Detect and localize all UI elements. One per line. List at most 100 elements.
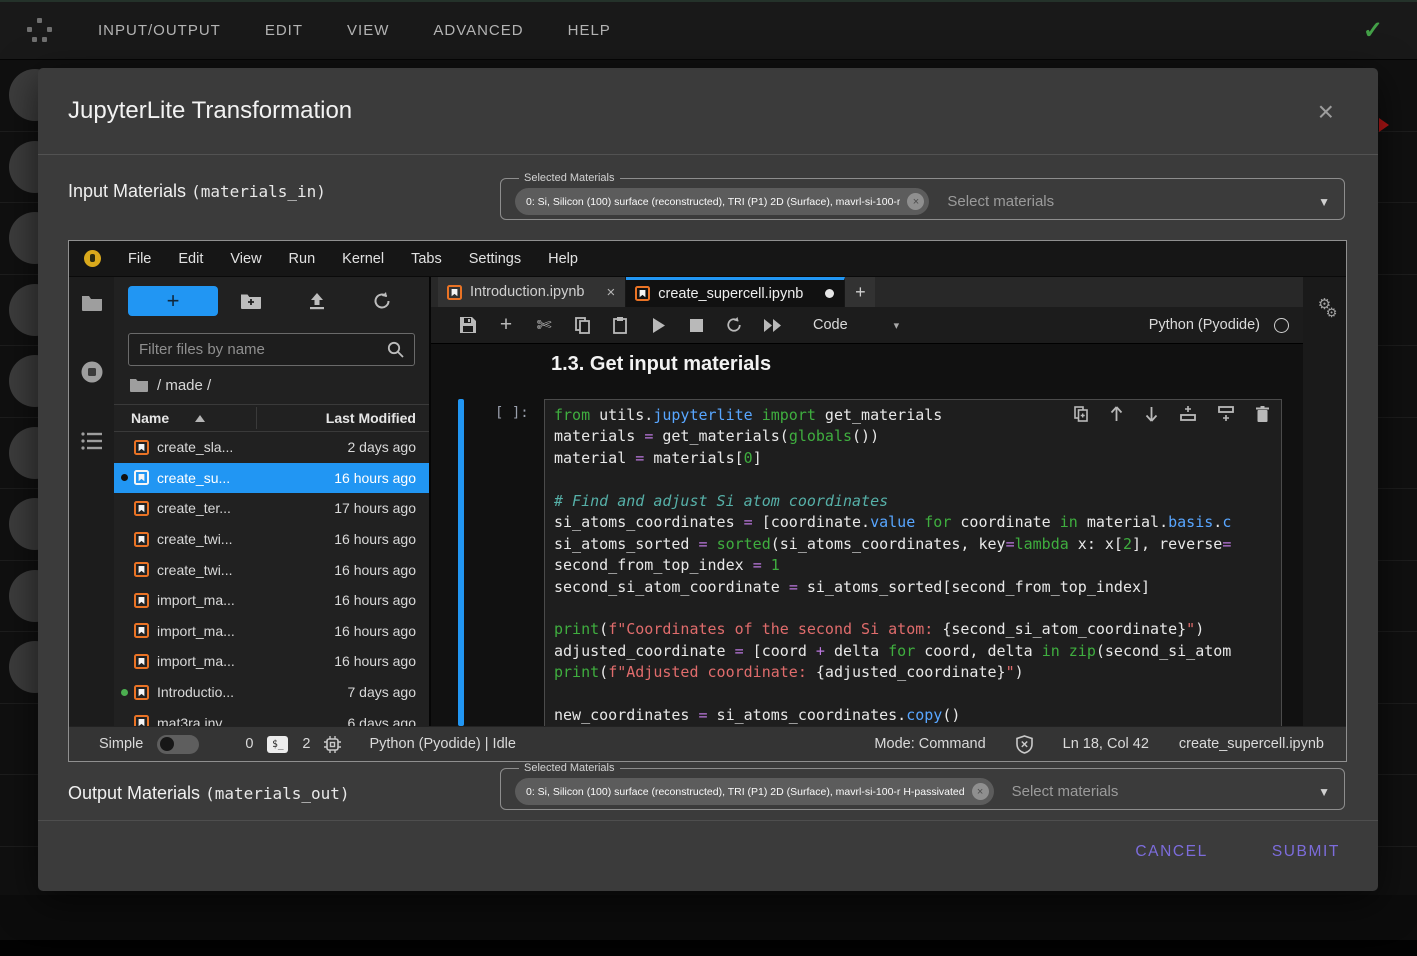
breadcrumb[interactable]: / made / — [157, 377, 211, 394]
active-cell-indicator — [458, 399, 464, 726]
app-logo-icon[interactable] — [27, 18, 53, 44]
close-icon[interactable]: × — [1318, 98, 1334, 126]
jl-menu-run[interactable]: Run — [289, 251, 316, 267]
tab-close-icon[interactable]: × — [606, 284, 615, 301]
file-row[interactable]: import_ma...16 hours ago — [114, 585, 429, 616]
upload-icon[interactable] — [284, 293, 350, 310]
new-tab-button[interactable]: + — [845, 277, 875, 307]
duplicate-cell-icon[interactable] — [1074, 406, 1088, 422]
file-list-header: Name Last Modified — [114, 404, 429, 432]
cell-type-caret-icon[interactable]: ▾ — [894, 319, 900, 332]
file-row[interactable]: create_twi...16 hours ago — [114, 524, 429, 555]
kernel-chip-icon[interactable] — [324, 736, 341, 753]
input-materials-field[interactable]: Selected Materials 0: Si, Silicon (100) … — [500, 172, 1345, 220]
chip-remove-icon[interactable]: × — [972, 783, 989, 800]
settings-gears-icon[interactable]: ⚙⚙ — [1318, 299, 1331, 726]
jl-menu-file[interactable]: File — [128, 251, 151, 267]
section-heading: 1.3. Get input materials — [551, 353, 771, 376]
dropdown-caret-icon[interactable]: ▼ — [1318, 785, 1330, 799]
file-row[interactable]: import_ma...16 hours ago — [114, 616, 429, 647]
submit-button[interactable]: SUBMIT — [1266, 833, 1346, 871]
stop-icon[interactable] — [677, 319, 715, 332]
simple-mode-toggle[interactable] — [157, 735, 199, 754]
code-cell-editor[interactable]: from utils.jupyterlite import get_materi… — [544, 399, 1282, 726]
jl-menu-edit[interactable]: Edit — [178, 251, 203, 267]
cut-icon[interactable]: ✄ — [525, 315, 563, 336]
menu-input-output[interactable]: INPUT/OUTPUT — [98, 22, 221, 39]
new-launcher-button[interactable]: + — [128, 286, 218, 316]
notebook-content[interactable]: 1.3. Get input materials [ ]: from utils… — [431, 344, 1303, 726]
insert-cell-above-icon[interactable] — [1180, 406, 1196, 422]
new-folder-icon[interactable] — [218, 293, 284, 309]
jupyterlab-frame: File Edit View Run Kernel Tabs Settings … — [68, 240, 1347, 762]
folder-icon[interactable] — [81, 294, 103, 312]
tab-introduction-ipynb[interactable]: Introduction.ipynb × — [438, 277, 626, 307]
jl-menu-help[interactable]: Help — [548, 251, 578, 267]
input-materials-label: Input Materials (materials_in) — [68, 181, 326, 202]
notebook-icon — [447, 285, 462, 300]
output-materials-field[interactable]: Selected Materials 0: Si, Silicon (100) … — [500, 762, 1345, 810]
run-all-icon[interactable] — [753, 319, 791, 332]
move-cell-down-icon[interactable] — [1145, 406, 1158, 422]
kernels-count[interactable]: 2 — [302, 736, 310, 752]
shield-x-icon[interactable] — [1016, 735, 1033, 754]
save-icon[interactable] — [449, 317, 487, 333]
home-folder-icon[interactable] — [130, 378, 148, 392]
file-row[interactable]: create_twi...16 hours ago — [114, 554, 429, 585]
file-row[interactable]: create_ter...17 hours ago — [114, 493, 429, 524]
file-row[interactable]: mat3ra.inv...6 days ago — [114, 707, 429, 726]
file-name: create_twi... — [157, 562, 232, 578]
insert-cell-below-icon[interactable] — [1218, 406, 1234, 422]
statusbar-filename[interactable]: create_supercell.ipynb — [1179, 736, 1324, 752]
filter-files-input[interactable] — [139, 341, 387, 358]
insert-cell-icon[interactable]: + — [487, 313, 525, 337]
run-icon[interactable] — [639, 318, 677, 333]
cancel-button[interactable]: CANCEL — [1129, 833, 1213, 871]
file-name: import_ma... — [157, 623, 235, 639]
menu-advanced[interactable]: ADVANCED — [433, 22, 523, 39]
notebook-icon — [134, 685, 149, 700]
jl-menu-tabs[interactable]: Tabs — [411, 251, 442, 267]
file-name: create_twi... — [157, 531, 232, 547]
column-last-modified[interactable]: Last Modified — [326, 410, 429, 426]
jl-menu-view[interactable]: View — [230, 251, 261, 267]
dropdown-caret-icon[interactable]: ▼ — [1318, 195, 1330, 209]
app-top-bar: INPUT/OUTPUT EDIT VIEW ADVANCED HELP ✓ — [0, 0, 1417, 60]
move-cell-up-icon[interactable] — [1110, 406, 1123, 422]
refresh-icon[interactable] — [349, 292, 415, 310]
file-row[interactable]: create_sla...2 days ago — [114, 432, 429, 463]
filter-files-field[interactable] — [128, 333, 415, 366]
green-status-dot — [121, 689, 128, 696]
column-name[interactable]: Name — [114, 410, 205, 426]
mode-indicator[interactable]: Mode: Command — [874, 736, 985, 752]
unsaved-dot-icon[interactable] — [825, 289, 834, 298]
select-materials-placeholder: Select materials — [947, 193, 1054, 210]
file-modified: 6 days ago — [348, 715, 430, 726]
file-row[interactable]: import_ma...16 hours ago — [114, 646, 429, 677]
terminals-count[interactable]: 0 — [245, 736, 253, 752]
input-material-chip[interactable]: 0: Si, Silicon (100) surface (reconstruc… — [515, 188, 929, 215]
cell-type-select[interactable]: Code — [813, 317, 848, 333]
restart-kernel-icon[interactable] — [715, 317, 753, 333]
kernel-selector[interactable]: Python (Pyodide) — [1149, 317, 1289, 333]
running-kernels-icon[interactable] — [80, 360, 104, 384]
cursor-position[interactable]: Ln 18, Col 42 — [1063, 736, 1149, 752]
kernel-status-text[interactable]: Python (Pyodide) | Idle — [369, 736, 515, 752]
terminal-icon[interactable]: $_ — [267, 736, 288, 753]
tab-create-supercell-ipynb[interactable]: create_supercell.ipynb — [626, 277, 845, 307]
copy-icon[interactable] — [563, 317, 601, 334]
notebook-icon — [134, 623, 149, 638]
paste-icon[interactable] — [601, 317, 639, 334]
menu-view[interactable]: VIEW — [347, 22, 389, 39]
file-modified: 7 days ago — [348, 684, 430, 700]
jl-menu-settings[interactable]: Settings — [469, 251, 521, 267]
menu-edit[interactable]: EDIT — [265, 22, 303, 39]
output-material-chip[interactable]: 0: Si, Silicon (100) surface (reconstruc… — [515, 778, 994, 805]
jl-menu-kernel[interactable]: Kernel — [342, 251, 384, 267]
chip-remove-icon[interactable]: × — [907, 193, 924, 210]
table-of-contents-icon[interactable] — [81, 432, 103, 450]
file-row[interactable]: create_su...16 hours ago — [114, 463, 429, 494]
file-row[interactable]: Introductio...7 days ago — [114, 677, 429, 708]
menu-help[interactable]: HELP — [568, 22, 611, 39]
delete-cell-icon[interactable] — [1256, 406, 1269, 422]
